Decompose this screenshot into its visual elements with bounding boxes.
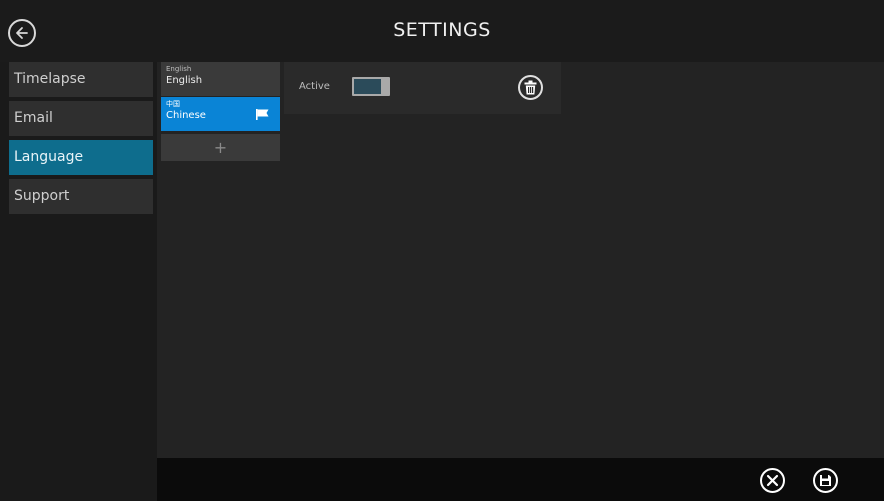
bottom-bar (157, 458, 884, 501)
sidebar-item-timelapse[interactable]: Timelapse (9, 62, 153, 97)
sidebar-item-support[interactable]: Support (9, 179, 153, 214)
floppy-save-icon (820, 475, 831, 486)
trash-icon (524, 80, 537, 95)
active-label: Active (299, 81, 330, 92)
page-title: SETTINGS (393, 19, 491, 41)
sidebar-item-language[interactable]: Language (9, 140, 153, 175)
flag-icon (256, 109, 269, 120)
add-language-button[interactable]: + (161, 134, 280, 161)
content-panel: English English 中国 Chinese + Active (157, 62, 884, 458)
sidebar: Timelapse Email Language Support (0, 62, 157, 501)
delete-language-button[interactable] (518, 75, 543, 100)
sidebar-item-email[interactable]: Email (9, 101, 153, 136)
close-icon (766, 474, 779, 487)
language-item-chinese[interactable]: 中国 Chinese (161, 97, 280, 131)
language-item-english[interactable]: English English (161, 62, 280, 96)
toggle-knob (354, 79, 381, 94)
cancel-button[interactable] (760, 468, 785, 493)
language-detail-panel: Active (284, 62, 561, 114)
language-name: English (166, 75, 203, 86)
save-button[interactable] (813, 468, 838, 493)
language-native-name: English (166, 65, 192, 73)
language-native-name: 中国 (166, 100, 180, 108)
active-toggle[interactable] (352, 77, 390, 96)
top-bar: SETTINGS (0, 0, 884, 62)
